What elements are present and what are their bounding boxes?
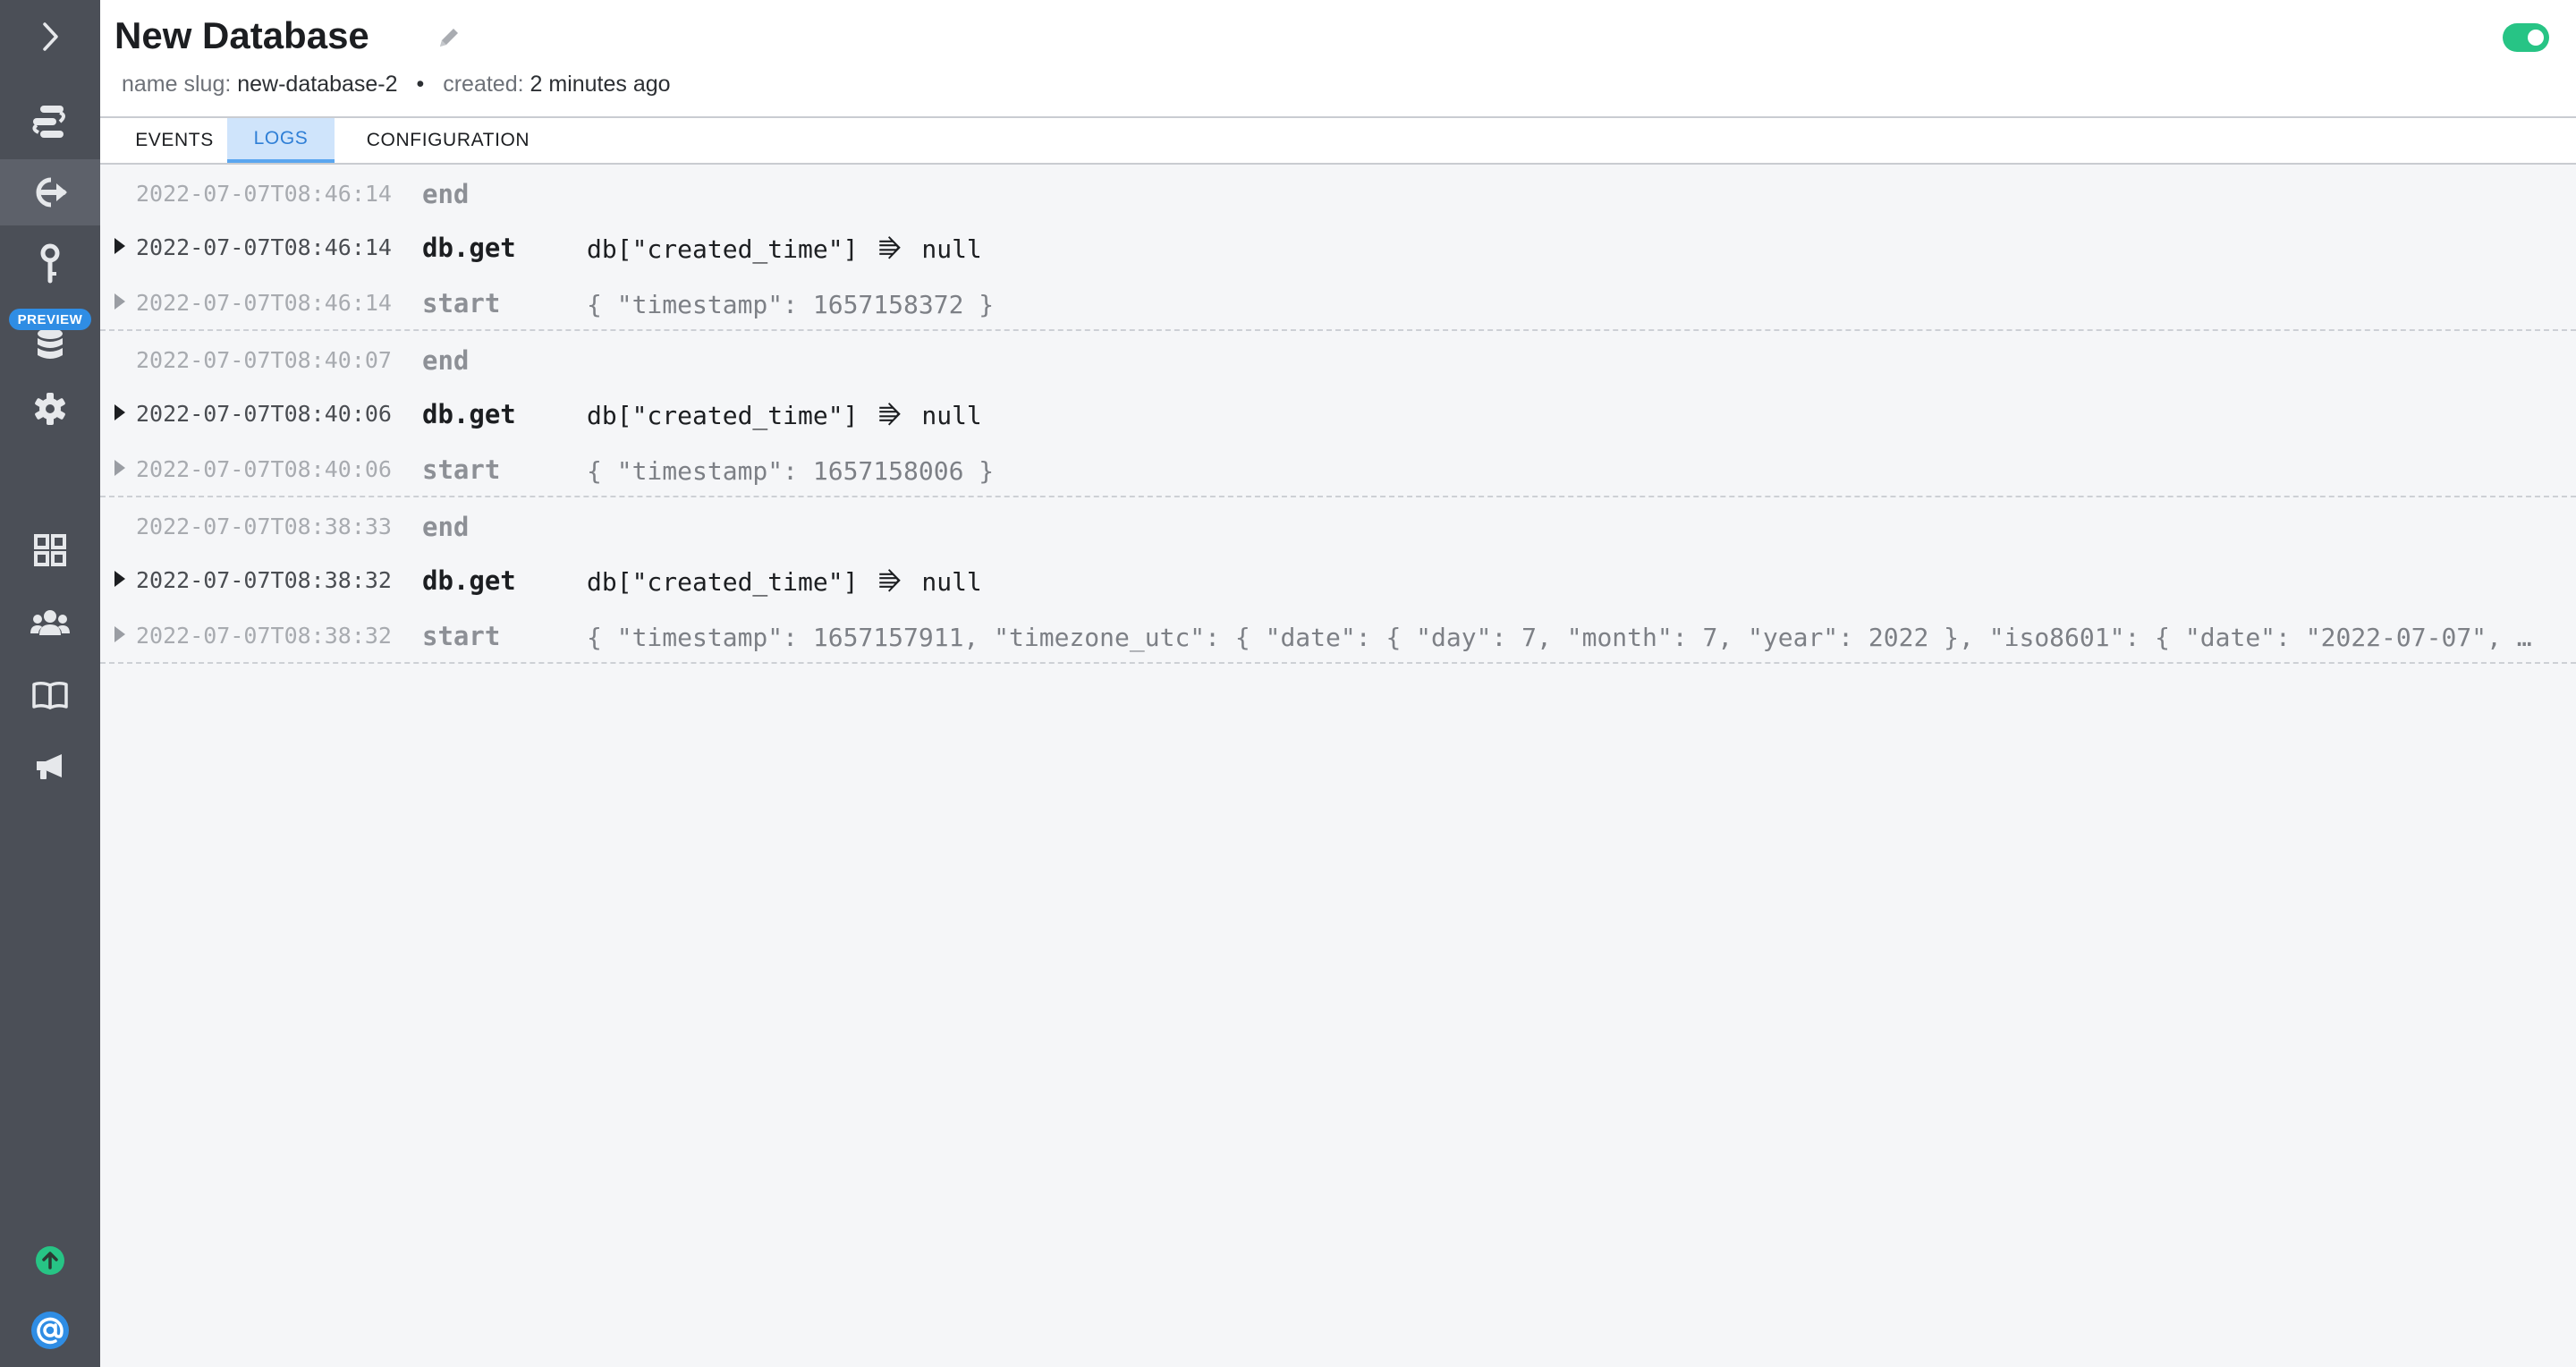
meta-separator: • xyxy=(416,72,425,97)
book-icon xyxy=(32,681,68,709)
tab-bar: EVENTS LOGS CONFIGURATION xyxy=(100,118,2576,165)
tab-configuration[interactable]: CONFIGURATION xyxy=(342,118,555,163)
log-row-start[interactable]: 2022-07-07T08:40:06 start { "timestamp":… xyxy=(100,440,2576,496)
toggle-knob xyxy=(2528,30,2544,46)
log-event: end xyxy=(422,179,470,209)
result-arrow-icon: ⭆ xyxy=(878,401,902,430)
log-timestamp: 2022-07-07T08:38:32 xyxy=(136,567,392,593)
log-timestamp: 2022-07-07T08:46:14 xyxy=(136,290,392,316)
sidebar-item-flows[interactable] xyxy=(0,89,100,156)
chevron-right-icon xyxy=(43,22,58,51)
log-event: db.get xyxy=(422,399,516,429)
edit-name-button[interactable] xyxy=(429,20,469,55)
slug-value: new-database-2 xyxy=(237,72,398,97)
sidebar-item-keys[interactable] xyxy=(0,231,100,297)
log-key: db["created_time"] xyxy=(587,567,859,597)
log-timestamp: 2022-07-07T08:40:06 xyxy=(136,401,392,427)
log-key: db["created_time"] xyxy=(587,234,859,264)
expand-caret-icon[interactable] xyxy=(114,238,125,254)
log-payload: { "timestamp": 1657158372 } xyxy=(587,290,995,319)
log-timestamp: 2022-07-07T08:40:06 xyxy=(136,456,392,482)
log-message: db["created_time"] ⭆ null xyxy=(587,401,982,431)
log-payload: { "timestamp": 1657157911, "timezone_utc… xyxy=(587,623,2532,652)
log-row-get[interactable]: 2022-07-07T08:40:06 db.get db["created_t… xyxy=(100,385,2576,440)
expand-caret-icon[interactable] xyxy=(114,404,125,420)
tab-logs[interactable]: LOGS xyxy=(227,118,335,163)
log-group: 2022-07-07T08:38:33 end 2022-07-07T08:38… xyxy=(100,497,2576,664)
log-event: db.get xyxy=(422,233,516,263)
created-value: 2 minutes ago xyxy=(530,72,671,97)
expand-caret-icon[interactable] xyxy=(114,460,125,476)
log-result: null xyxy=(921,401,982,430)
key-icon xyxy=(40,243,60,284)
log-row-start[interactable]: 2022-07-07T08:38:32 start { "timestamp":… xyxy=(100,607,2576,662)
log-row-end[interactable]: 2022-07-07T08:46:14 end xyxy=(100,165,2576,218)
team-icon xyxy=(30,610,70,635)
sidebar-item-docs[interactable] xyxy=(0,662,100,728)
expand-caret-icon[interactable] xyxy=(114,293,125,310)
log-event: end xyxy=(422,345,470,376)
result-arrow-icon: ⭆ xyxy=(878,567,902,597)
expand-caret-icon[interactable] xyxy=(114,571,125,587)
log-event: start xyxy=(422,454,501,485)
database-icon xyxy=(38,328,63,359)
log-list: 2022-07-07T08:46:14 end 2022-07-07T08:46… xyxy=(100,165,2576,664)
endpoint-arrow-icon xyxy=(36,177,67,208)
log-event: end xyxy=(422,512,470,542)
log-row-end[interactable]: 2022-07-07T08:40:07 end xyxy=(100,331,2576,385)
log-timestamp: 2022-07-07T08:46:14 xyxy=(136,234,392,260)
sidebar-item-endpoints[interactable] xyxy=(0,159,100,225)
pencil-icon xyxy=(440,29,458,47)
upload-status-icon xyxy=(36,1246,64,1275)
at-sign-icon xyxy=(31,1312,69,1349)
grid-icon xyxy=(34,534,66,566)
log-timestamp: 2022-07-07T08:40:07 xyxy=(136,347,392,373)
log-group: 2022-07-07T08:46:14 end 2022-07-07T08:46… xyxy=(100,165,2576,331)
log-row-get[interactable]: 2022-07-07T08:38:32 db.get db["created_t… xyxy=(100,551,2576,607)
preview-badge: PREVIEW xyxy=(9,309,91,330)
megaphone-icon xyxy=(37,754,62,779)
sidebar-item-announcements[interactable] xyxy=(0,734,100,800)
created-label: created: xyxy=(443,72,524,97)
enabled-toggle[interactable] xyxy=(2503,23,2549,52)
page-header: New Database name slug: new-database-2 •… xyxy=(100,0,2576,118)
page-title: New Database xyxy=(114,14,369,56)
log-timestamp: 2022-07-07T08:38:32 xyxy=(136,623,392,649)
gear-icon xyxy=(35,393,65,425)
log-timestamp: 2022-07-07T08:38:33 xyxy=(136,514,392,539)
log-result: null xyxy=(921,567,982,597)
sidebar-item-team[interactable] xyxy=(0,590,100,657)
log-message: db["created_time"] ⭆ null xyxy=(587,234,982,265)
resource-meta: name slug: new-database-2 • created: 2 m… xyxy=(122,72,671,98)
sidebar: PREVIEW xyxy=(0,0,100,1367)
expand-sidebar-button[interactable] xyxy=(0,4,100,70)
slug-label: name slug: xyxy=(122,72,232,97)
log-row-start[interactable]: 2022-07-07T08:46:14 start { "timestamp":… xyxy=(100,274,2576,329)
sidebar-item-account[interactable] xyxy=(0,1297,100,1363)
log-message: db["created_time"] ⭆ null xyxy=(587,567,982,598)
log-timestamp: 2022-07-07T08:46:14 xyxy=(136,181,392,207)
log-row-end[interactable]: 2022-07-07T08:38:33 end xyxy=(100,497,2576,551)
flows-icon xyxy=(32,106,65,138)
tab-events[interactable]: EVENTS xyxy=(114,118,234,163)
log-group: 2022-07-07T08:40:07 end 2022-07-07T08:40… xyxy=(100,331,2576,497)
sidebar-item-dashboard[interactable] xyxy=(0,517,100,583)
log-payload: { "timestamp": 1657158006 } xyxy=(587,456,995,486)
log-row-get[interactable]: 2022-07-07T08:46:14 db.get db["created_t… xyxy=(100,218,2576,274)
sidebar-item-status[interactable] xyxy=(0,1227,100,1294)
log-key: db["created_time"] xyxy=(587,401,859,430)
sidebar-item-settings[interactable] xyxy=(0,376,100,442)
log-result: null xyxy=(921,234,982,264)
result-arrow-icon: ⭆ xyxy=(878,234,902,264)
log-event: start xyxy=(422,288,501,318)
log-event: db.get xyxy=(422,565,516,596)
expand-caret-icon[interactable] xyxy=(114,626,125,642)
log-event: start xyxy=(422,621,501,651)
